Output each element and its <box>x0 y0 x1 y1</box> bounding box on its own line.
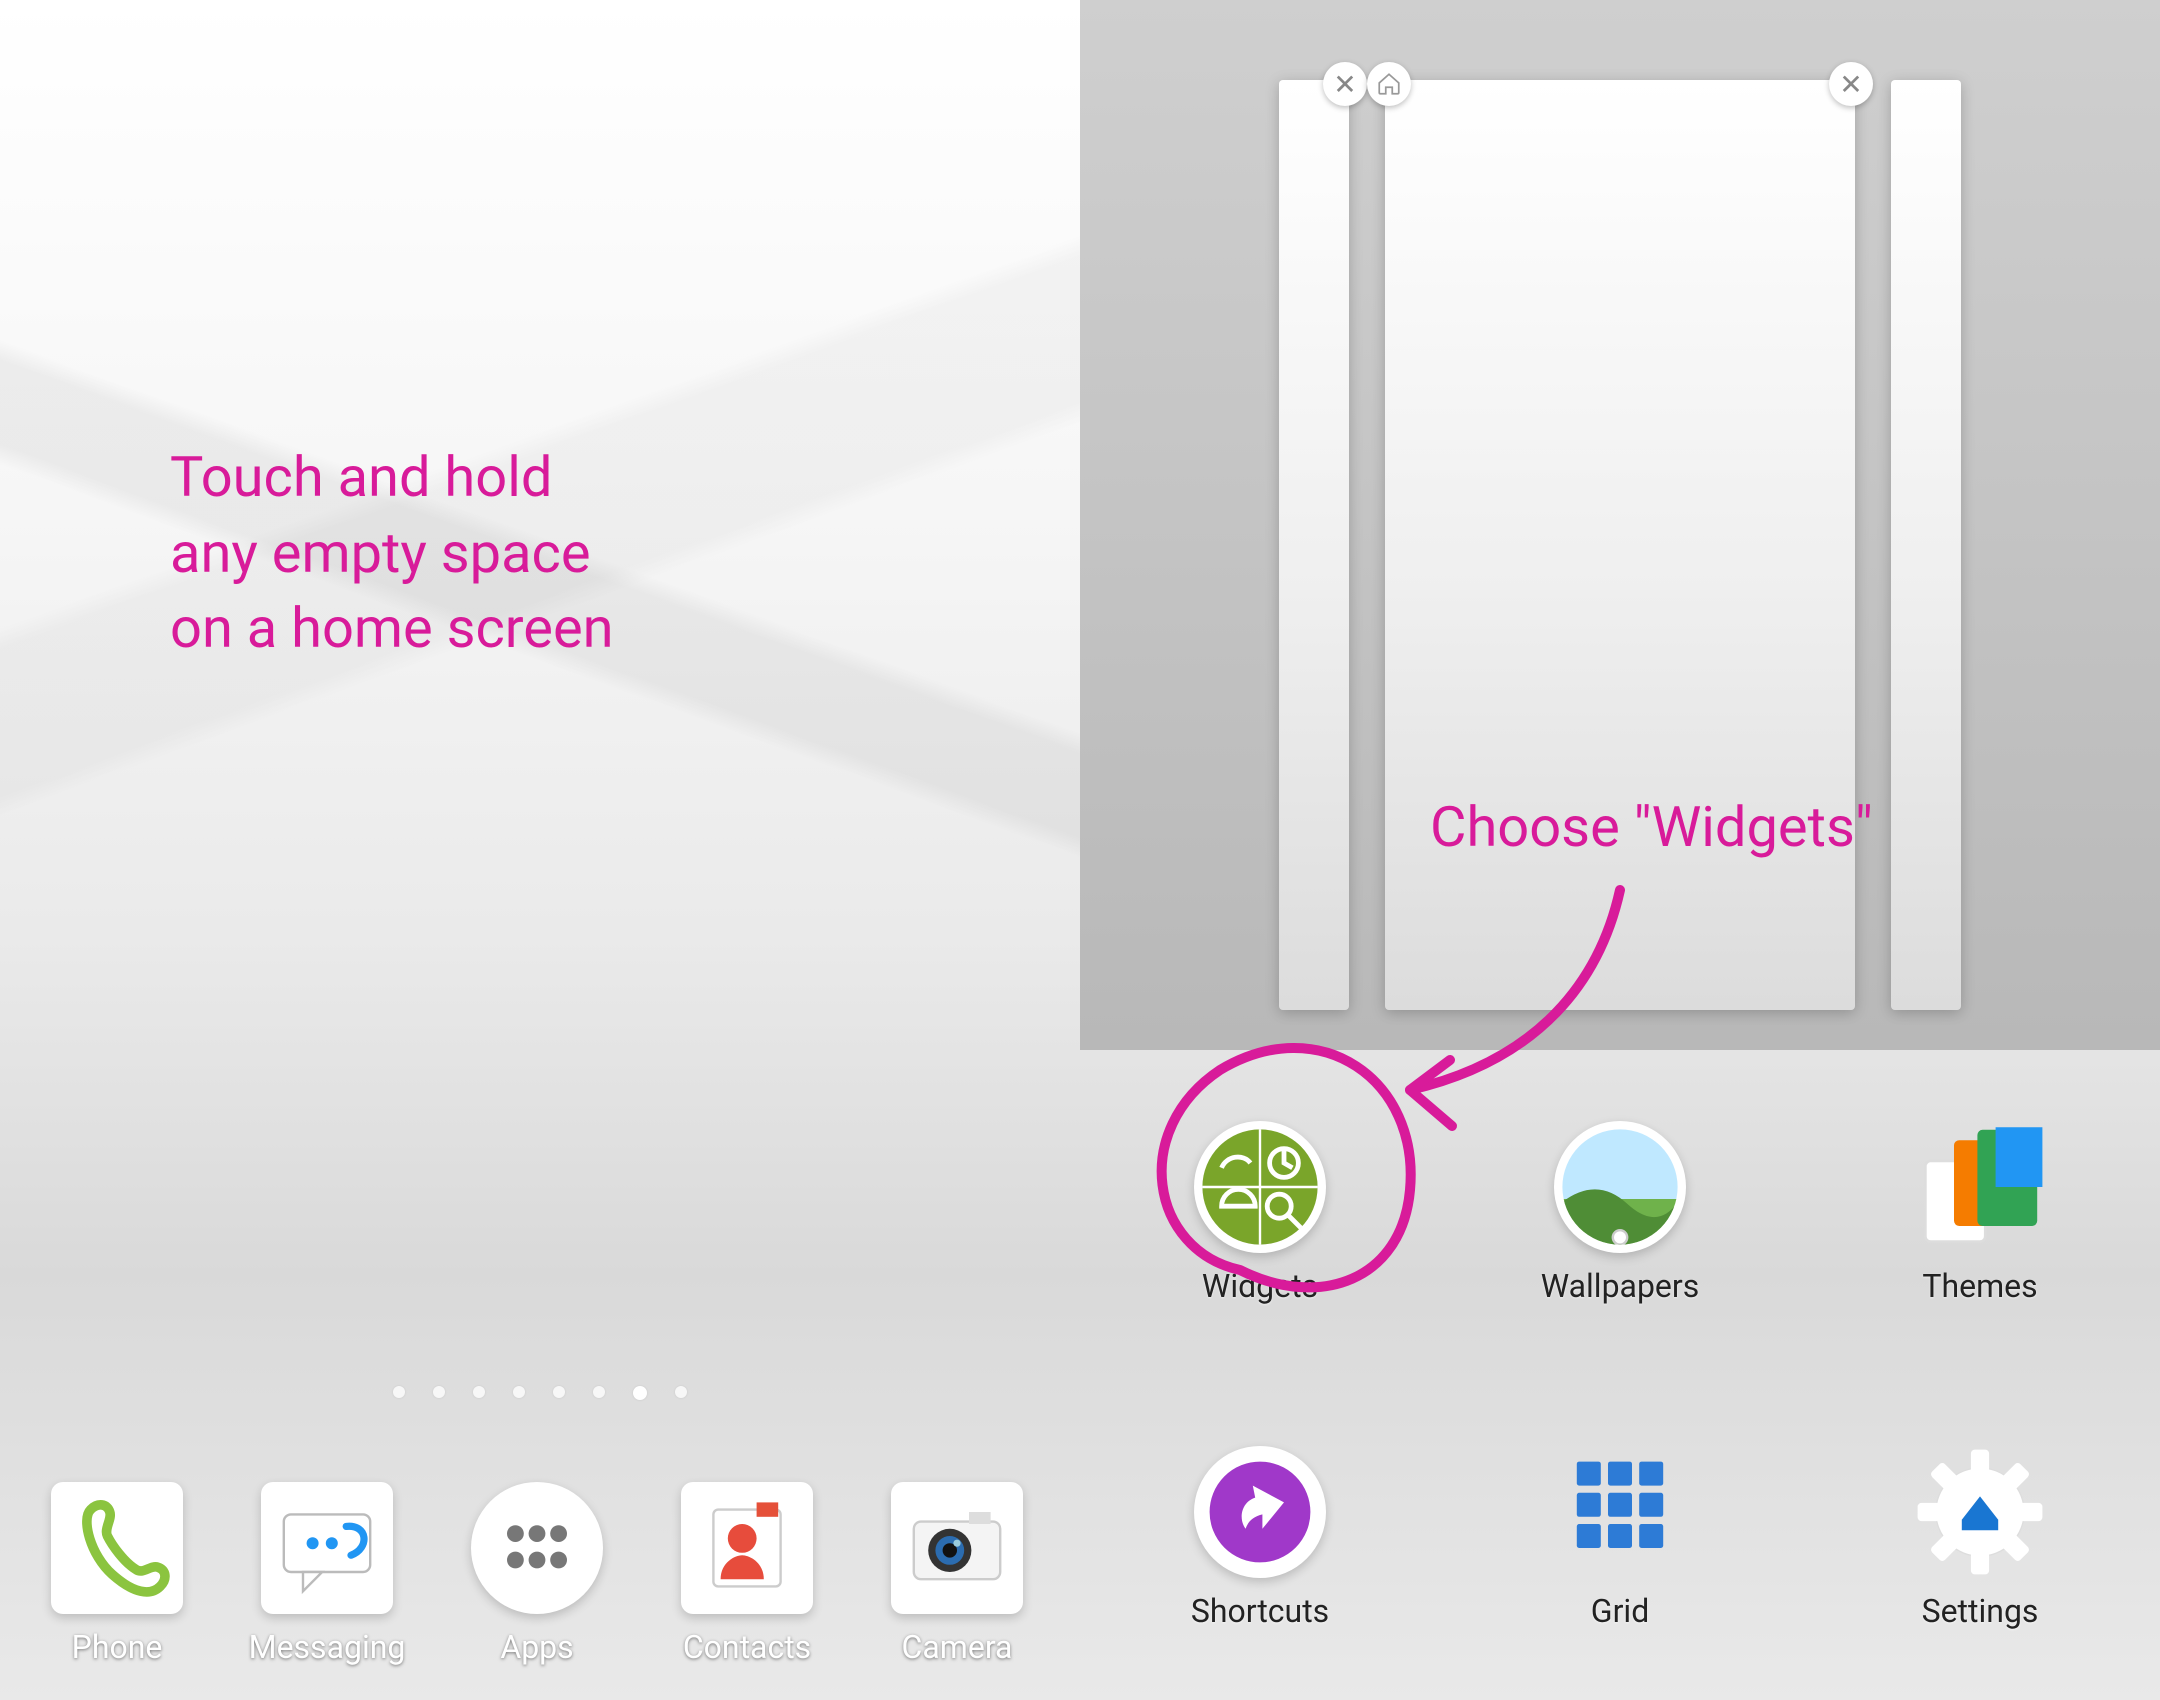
page-indicator <box>0 1386 1080 1400</box>
dock-camera-label: Camera <box>902 1628 1013 1666</box>
phone-icon <box>51 1482 183 1614</box>
overview-thumb-left[interactable]: ✕ <box>1279 80 1349 1010</box>
menu-widgets[interactable]: Widgets <box>1175 1121 1345 1305</box>
menu-shortcuts[interactable]: Shortcuts <box>1175 1446 1345 1630</box>
dock: Phone Messaging Apps Contacts <box>32 1482 1048 1666</box>
dock-messaging-label: Messaging <box>249 1628 406 1666</box>
contacts-icon <box>681 1482 813 1614</box>
instruction-callout-right: Choose "Widgets" <box>1430 790 1873 866</box>
close-icon[interactable]: ✕ <box>1829 62 1873 106</box>
menu-themes-label: Themes <box>1922 1267 2037 1305</box>
menu-grid-label: Grid <box>1591 1592 1649 1630</box>
home-icon[interactable] <box>1367 62 1411 106</box>
left-home-screen[interactable]: Touch and hold any empty space on a home… <box>0 0 1080 1700</box>
dock-phone[interactable]: Phone <box>32 1482 202 1666</box>
overview-thumb-right[interactable] <box>1891 80 1961 1010</box>
dock-phone-label: Phone <box>72 1628 163 1666</box>
page-dot[interactable] <box>675 1386 687 1398</box>
page-dot[interactable] <box>393 1386 405 1398</box>
menu-settings-label: Settings <box>1922 1592 2039 1630</box>
dock-apps-label: Apps <box>500 1628 573 1666</box>
grid-icon <box>1554 1446 1686 1578</box>
menu-themes[interactable]: Themes <box>1895 1121 2065 1305</box>
dock-contacts-label: Contacts <box>683 1628 811 1666</box>
page-dot[interactable] <box>513 1386 525 1398</box>
menu-settings[interactable]: Settings <box>1895 1446 2065 1630</box>
menu-widgets-label: Widgets <box>1202 1267 1318 1305</box>
themes-icon <box>1914 1121 2046 1253</box>
page-dot[interactable] <box>473 1386 485 1398</box>
overview-thumb-center[interactable]: ✕ <box>1385 80 1855 1010</box>
dock-camera[interactable]: Camera <box>872 1482 1042 1666</box>
dock-apps[interactable]: Apps <box>452 1482 622 1666</box>
messaging-icon <box>261 1482 393 1614</box>
page-dot[interactable] <box>633 1386 647 1400</box>
settings-icon <box>1914 1446 2046 1578</box>
page-dot[interactable] <box>593 1386 605 1398</box>
editor-menu-grid: Widgets Wallpapers Themes Shortcuts <box>1080 1050 2160 1700</box>
menu-wallpapers-label: Wallpapers <box>1541 1267 1700 1305</box>
instruction-callout-left: Touch and hold any empty space on a home… <box>170 440 614 667</box>
camera-icon <box>891 1482 1023 1614</box>
dock-messaging[interactable]: Messaging <box>242 1482 412 1666</box>
menu-wallpapers[interactable]: Wallpapers <box>1535 1121 1705 1305</box>
menu-shortcuts-label: Shortcuts <box>1191 1592 1329 1630</box>
wallpapers-icon <box>1554 1121 1686 1253</box>
home-screen-overview[interactable]: ✕ ✕ <box>1080 0 2160 1050</box>
menu-grid[interactable]: Grid <box>1535 1446 1705 1630</box>
close-icon[interactable]: ✕ <box>1323 62 1367 106</box>
page-dot[interactable] <box>433 1386 445 1398</box>
right-home-editor: ✕ ✕ Choose "Widgets" Widgets <box>1080 0 2160 1700</box>
widgets-icon <box>1194 1121 1326 1253</box>
page-dot[interactable] <box>553 1386 565 1398</box>
shortcuts-icon <box>1194 1446 1326 1578</box>
dock-contacts[interactable]: Contacts <box>662 1482 832 1666</box>
wallpaper-left <box>0 0 1080 1700</box>
apps-icon <box>471 1482 603 1614</box>
